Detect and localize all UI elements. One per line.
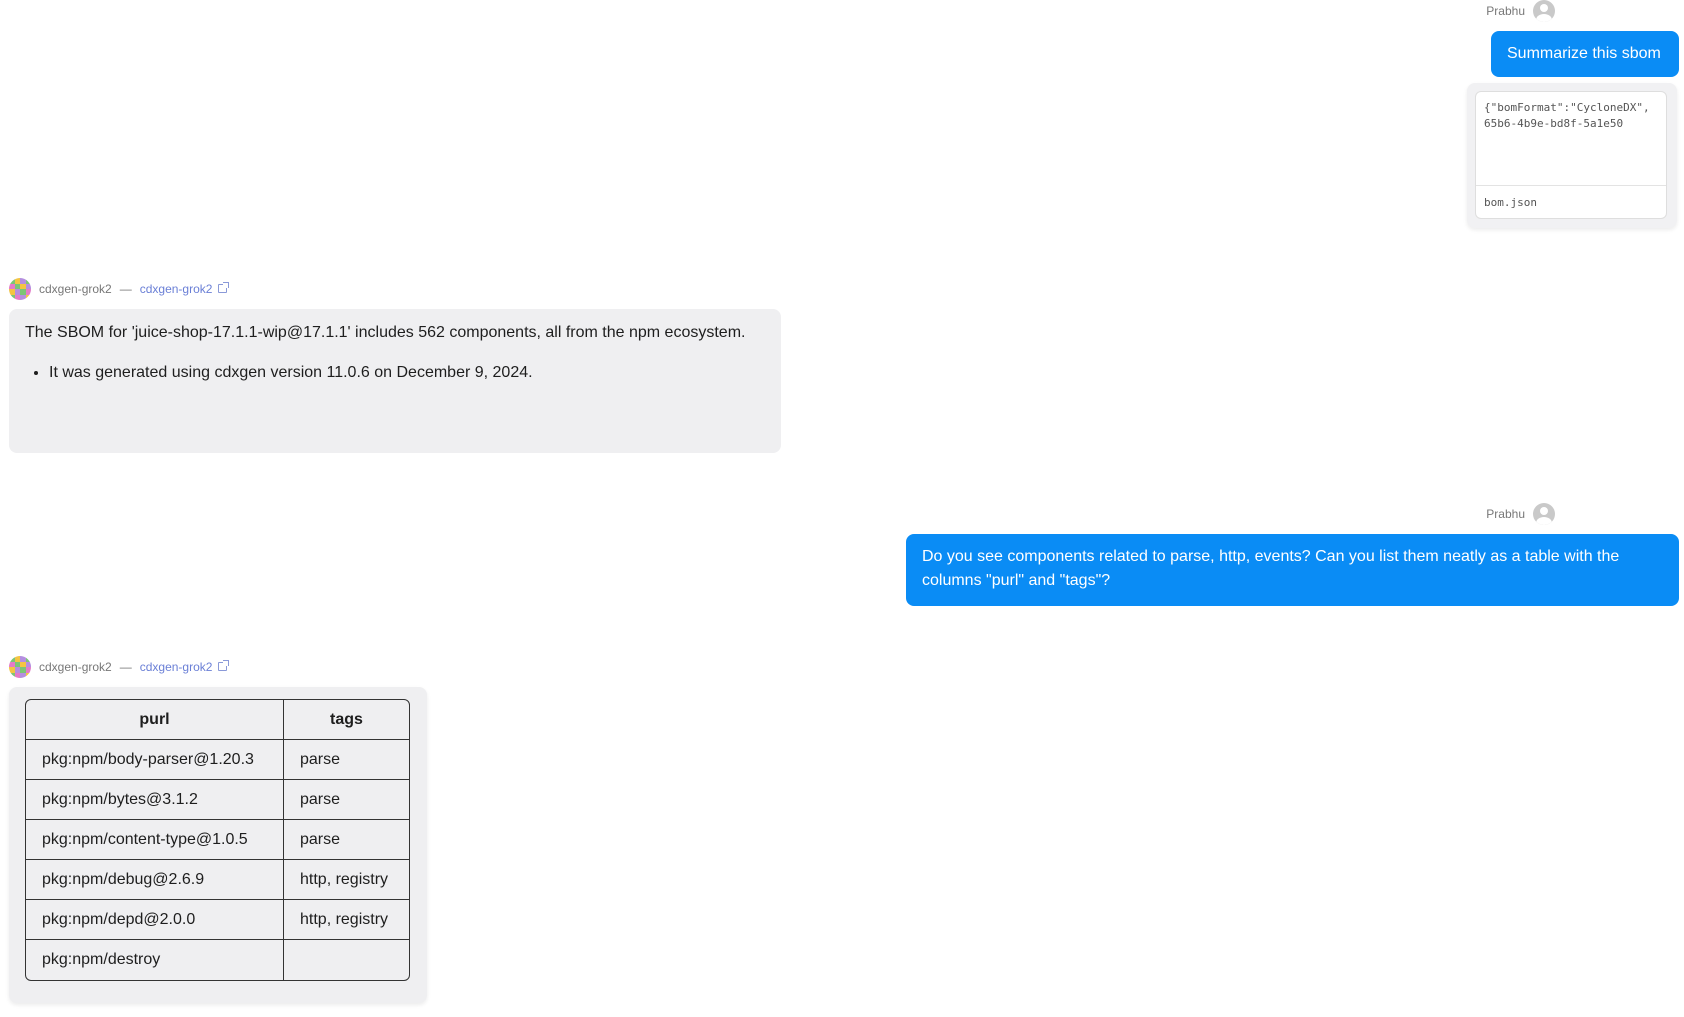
assistant-message-bubble: The SBOM for 'juice-shop-17.1.1-wip@17.1… [9, 309, 781, 453]
user-header: Prabhu [1486, 503, 1555, 525]
table-row: pkg:npm/content-type@1.0.5 parse [26, 820, 409, 860]
assistant-header: cdxgen-grok2 — cdxgen-grok2 [9, 278, 229, 300]
bot-avatar-icon [9, 278, 31, 300]
table-row: pkg:npm/depd@2.0.0 http, registry [26, 900, 409, 940]
user-name: Prabhu [1486, 507, 1525, 521]
user-message-bubble: Summarize this sbom [1491, 31, 1679, 77]
attachment-preview[interactable]: {"bomFormat":"CycloneDX", 65b6-4b9e-bd8f… [1475, 91, 1667, 219]
table-cell-purl: pkg:npm/content-type@1.0.5 [26, 820, 284, 860]
table-row: pkg:npm/debug@2.6.9 http, registry [26, 860, 409, 900]
model-name: cdxgen-grok2 [39, 660, 112, 674]
user-message-text: Do you see components related to parse, … [922, 548, 1620, 589]
purl-tags-table: purl tags pkg:npm/body-parser@1.20.3 par… [25, 699, 410, 981]
bot-avatar-icon [9, 656, 31, 678]
user-message-text: Summarize this sbom [1507, 45, 1661, 62]
attachment-code-preview: {"bomFormat":"CycloneDX", 65b6-4b9e-bd8f… [1484, 101, 1650, 130]
assistant-paragraph: The SBOM for 'juice-shop-17.1.1-wip@17.1… [25, 324, 746, 341]
user-header: Prabhu [1486, 0, 1555, 22]
assistant-bullet-list: It was generated using cdxgen version 11… [25, 361, 765, 385]
header-separator: — [119, 282, 132, 296]
assistant-message-bubble: purl tags pkg:npm/body-parser@1.20.3 par… [9, 687, 427, 1003]
header-separator: — [119, 660, 132, 674]
assistant-header: cdxgen-grok2 — cdxgen-grok2 [9, 656, 229, 678]
table-header-row: purl tags [26, 700, 409, 740]
column-header-purl: purl [26, 700, 284, 740]
user-message-bubble: Do you see components related to parse, … [906, 534, 1679, 606]
external-link-icon [217, 282, 229, 293]
user-avatar-icon [1533, 0, 1555, 22]
table-row: pkg:npm/body-parser@1.20.3 parse [26, 740, 409, 780]
attachment-card[interactable]: {"bomFormat":"CycloneDX", 65b6-4b9e-bd8f… [1467, 83, 1677, 228]
table-cell-tags: http, registry [284, 900, 409, 940]
table-cell-purl: pkg:npm/bytes@3.1.2 [26, 780, 284, 820]
user-name: Prabhu [1486, 4, 1525, 18]
table-cell-tags [284, 940, 409, 980]
assistant-bullet-item: It was generated using cdxgen version 11… [49, 361, 765, 385]
model-link[interactable]: cdxgen-grok2 [140, 282, 229, 296]
attachment-filename: bom.json [1484, 196, 1537, 209]
table-row: pkg:npm/bytes@3.1.2 parse [26, 780, 409, 820]
model-name: cdxgen-grok2 [39, 282, 112, 296]
table-cell-purl: pkg:npm/body-parser@1.20.3 [26, 740, 284, 780]
table-cell-tags: parse [284, 820, 409, 860]
column-header-tags: tags [284, 700, 409, 740]
model-link[interactable]: cdxgen-grok2 [140, 660, 229, 674]
table-cell-tags: parse [284, 780, 409, 820]
table-cell-purl: pkg:npm/depd@2.0.0 [26, 900, 284, 940]
external-link-icon [217, 660, 229, 671]
table-cell-tags: parse [284, 740, 409, 780]
user-avatar-icon [1533, 503, 1555, 525]
table-cell-tags: http, registry [284, 860, 409, 900]
attachment-divider [1476, 185, 1666, 186]
table-cell-purl: pkg:npm/destroy [26, 940, 284, 980]
table-cell-purl: pkg:npm/debug@2.6.9 [26, 860, 284, 900]
table-row: pkg:npm/destroy [26, 940, 409, 980]
